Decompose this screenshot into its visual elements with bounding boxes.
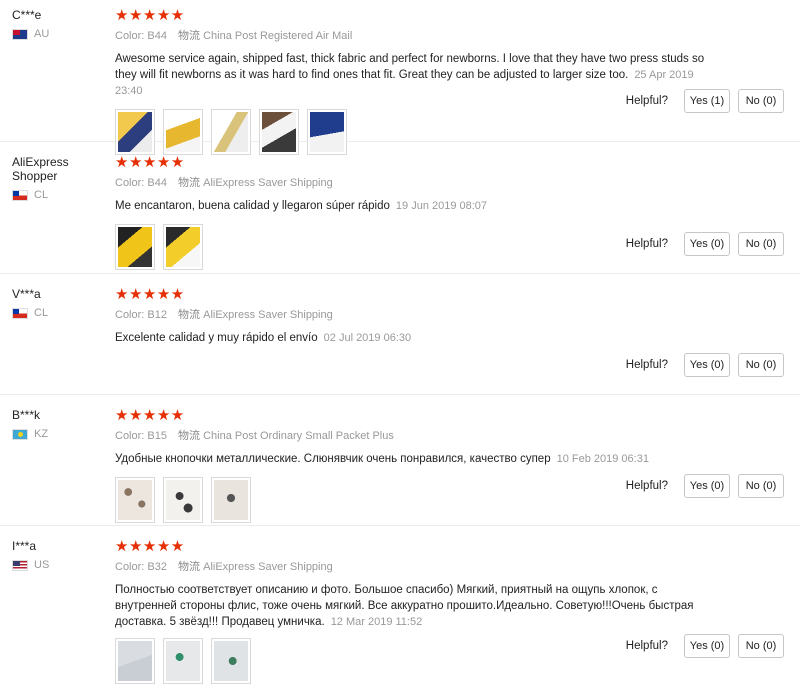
- reviewer-country: CL: [12, 189, 112, 201]
- shipping-label: 物流: [178, 561, 201, 573]
- review-photo-thumbnail[interactable]: [211, 477, 251, 523]
- helpful-voting: Helpful? Yes (0) No (0): [626, 353, 784, 377]
- review-meta: Color: B32 物流 AliExpress Saver Shipping: [115, 561, 784, 574]
- review-text: Me encantaron, buena calidad y llegaron …: [115, 200, 390, 212]
- star-rating: ★★★★★: [115, 538, 185, 555]
- star-rating: ★★★★★: [115, 407, 185, 424]
- review-photo-thumbnail[interactable]: [163, 638, 203, 684]
- shipping-method: China Post Ordinary Small Packet Plus: [203, 430, 394, 442]
- review-item: I***a US ★★★★★ Color: B32 物流 AliExpress …: [0, 526, 800, 684]
- helpful-label: Helpful?: [625, 359, 668, 371]
- review-text: Excelente calidad y muy rápido el envío: [115, 332, 318, 344]
- review-photo-thumbnail[interactable]: [163, 224, 203, 270]
- shipping-label: 物流: [178, 309, 201, 321]
- review-date: 02 Jul 2019 06:30: [323, 332, 412, 344]
- helpful-yes-button[interactable]: Yes (1): [684, 89, 730, 113]
- shipping-label: 物流: [178, 177, 201, 189]
- helpful-label: Helpful?: [625, 640, 668, 652]
- reviewer-name: C***e: [12, 8, 42, 22]
- review-meta: Color: B15 物流 China Post Ordinary Small …: [115, 430, 784, 443]
- helpful-no-button[interactable]: No (0): [738, 89, 784, 113]
- country-code: US: [34, 559, 50, 571]
- flag-cl-icon: [12, 307, 28, 319]
- shipping-method: AliExpress Saver Shipping: [203, 177, 333, 189]
- review-item: B***k KZ ★★★★★ Color: B15 物流 China Post …: [0, 395, 800, 526]
- color-variant: Color: B44: [115, 177, 167, 189]
- review-meta: Color: B44 物流 AliExpress Saver Shipping: [115, 177, 784, 190]
- review-meta: Color: B12 物流 AliExpress Saver Shipping: [115, 309, 784, 322]
- reviewer-name: I***a: [12, 539, 37, 553]
- review-date: 19 Jun 2019 08:07: [395, 200, 488, 212]
- color-variant: Color: B12: [115, 309, 167, 321]
- review-text-block: Me encantaron, buena calidad y llegaron …: [115, 198, 784, 214]
- helpful-voting: Helpful? Yes (0) No (0): [626, 232, 784, 256]
- review-photo-thumbnail[interactable]: [115, 638, 155, 684]
- shipping-label: 物流: [178, 30, 201, 42]
- color-variant: Color: B15: [115, 430, 167, 442]
- shipping-label: 物流: [178, 430, 201, 442]
- review-date: 10 Feb 2019 06:31: [556, 453, 649, 465]
- review-text-block: Удобные кнопочки металлические. Слюнявчи…: [115, 451, 784, 467]
- helpful-label: Helpful?: [625, 480, 668, 492]
- flag-us-icon: [12, 559, 28, 571]
- country-code: CL: [34, 307, 49, 319]
- review-photo-thumbnail[interactable]: [115, 224, 155, 270]
- review-meta: Color: B44 物流 China Post Registered Air …: [115, 30, 784, 43]
- country-code: KZ: [34, 428, 49, 440]
- reviewer-country: US: [12, 559, 112, 571]
- helpful-no-button[interactable]: No (0): [738, 634, 784, 658]
- reviewer-country: AU: [12, 28, 112, 40]
- review-text-block: Excelente calidad y muy rápido el envío 0…: [115, 330, 784, 346]
- color-variant: Color: B44: [115, 30, 167, 42]
- reviewer-country: CL: [12, 307, 112, 319]
- review-photo-thumbnail[interactable]: [115, 477, 155, 523]
- review-text: Awesome service again, shipped fast, thi…: [115, 53, 705, 81]
- reviewer-country: KZ: [12, 428, 112, 440]
- star-rating: ★★★★★: [115, 286, 185, 303]
- star-rating: ★★★★★: [115, 7, 185, 24]
- review-text: Удобные кнопочки металлические. Слюнявчи…: [115, 453, 551, 465]
- helpful-voting: Helpful? Yes (1) No (0): [626, 89, 784, 113]
- helpful-voting: Helpful? Yes (0) No (0): [626, 634, 784, 658]
- helpful-yes-button[interactable]: Yes (0): [684, 634, 730, 658]
- shipping-method: AliExpress Saver Shipping: [203, 309, 333, 321]
- review-item: AliExpress Shopper CL ★★★★★ Color: B44 物…: [0, 142, 800, 274]
- review-photo-thumbnail[interactable]: [211, 638, 251, 684]
- reviewer-name: B***k: [12, 408, 41, 422]
- helpful-no-button[interactable]: No (0): [738, 474, 784, 498]
- flag-cl-icon: [12, 189, 28, 201]
- helpful-label: Helpful?: [625, 238, 668, 250]
- review-item: V***a CL ★★★★★ Color: B12 物流 AliExpress …: [0, 274, 800, 395]
- helpful-voting: Helpful? Yes (0) No (0): [626, 474, 784, 498]
- helpful-yes-button[interactable]: Yes (0): [684, 232, 730, 256]
- helpful-yes-button[interactable]: Yes (0): [684, 474, 730, 498]
- review-date: 12 Mar 2019 11:52: [330, 616, 423, 628]
- reviewer-name: AliExpress Shopper: [12, 155, 69, 183]
- star-rating: ★★★★★: [115, 154, 185, 171]
- color-variant: Color: B32: [115, 561, 167, 573]
- helpful-no-button[interactable]: No (0): [738, 232, 784, 256]
- helpful-no-button[interactable]: No (0): [738, 353, 784, 377]
- helpful-label: Helpful?: [625, 95, 668, 107]
- country-code: AU: [34, 28, 50, 40]
- helpful-yes-button[interactable]: Yes (0): [684, 353, 730, 377]
- review-item: C***e AU ★★★★★ Color: B44 物流 China Post …: [0, 0, 800, 155]
- flag-kz-icon: [12, 428, 28, 440]
- shipping-method: China Post Registered Air Mail: [203, 30, 353, 42]
- review-photo-thumbnail[interactable]: [163, 477, 203, 523]
- shipping-method: AliExpress Saver Shipping: [203, 561, 333, 573]
- country-code: CL: [34, 189, 49, 201]
- review-text-block: Полностью соответствует описанию и фото.…: [115, 582, 715, 630]
- reviewer-name: V***a: [12, 287, 41, 301]
- flag-au-icon: [12, 28, 28, 40]
